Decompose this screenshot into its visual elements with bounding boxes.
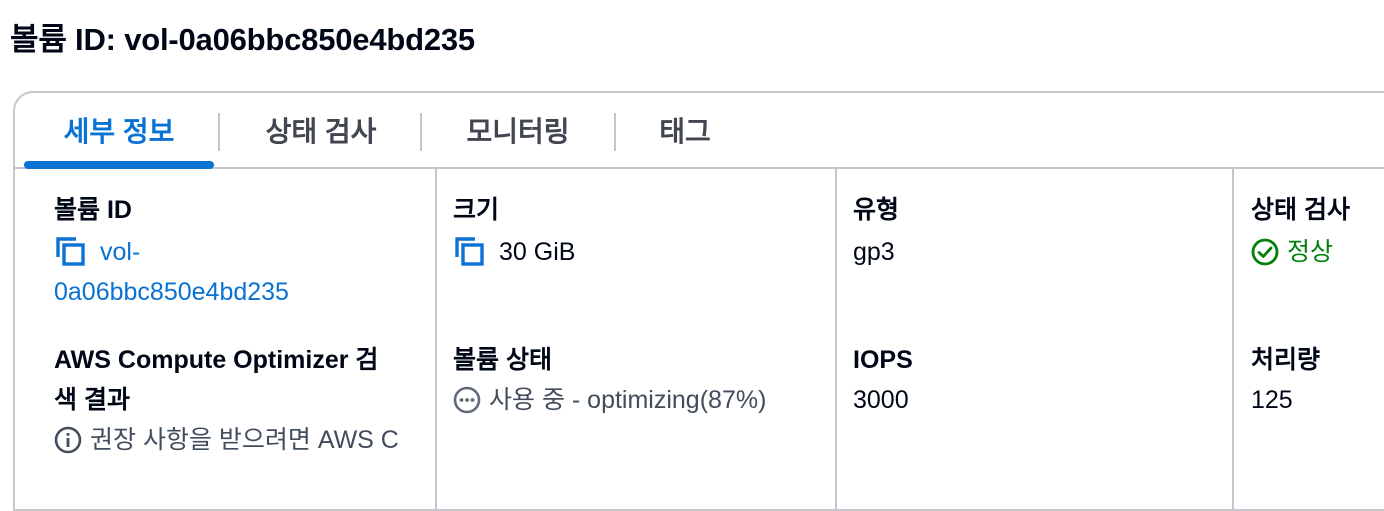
status-check-value: 정상 — [1287, 238, 1334, 266]
volume-id-value-line1[interactable]: vol- — [100, 232, 140, 272]
tab-tags[interactable]: 태그 — [617, 93, 753, 167]
status-check-value-row: 정상 — [1251, 232, 1350, 272]
column-divider — [1232, 169, 1234, 509]
details-panel: 세부 정보 상태 검사 모니터링 태그 볼륨 ID vol- 0a06bbc85… — [13, 91, 1384, 511]
column-divider — [435, 169, 437, 509]
check-circle-icon — [1251, 238, 1279, 266]
iops-field: IOPS 3000 — [853, 341, 913, 420]
type-field: 유형 gp3 — [853, 191, 899, 272]
volume-state-value: 사용 중 - optimizing(87%) — [489, 386, 767, 414]
tab-tags-label: 태그 — [659, 116, 711, 147]
info-icon — [54, 426, 82, 454]
type-label: 유형 — [853, 196, 900, 224]
in-progress-icon — [453, 386, 481, 414]
iops-value: 3000 — [853, 386, 909, 414]
throughput-value: 125 — [1251, 386, 1293, 414]
volume-id-value-line2[interactable]: 0a06bbc850e4bd235 — [54, 272, 289, 312]
size-field: 크기 30 GiB — [453, 191, 575, 272]
status-check-field: 상태 검사 정상 — [1251, 191, 1350, 272]
tab-bar: 세부 정보 상태 검사 모니터링 태그 — [15, 93, 1384, 169]
volume-state-value-row: 사용 중 - optimizing(87%) — [453, 380, 766, 420]
status-check-label: 상태 검사 — [1251, 196, 1350, 224]
size-value: 30 GiB — [499, 238, 576, 266]
copy-icon[interactable] — [453, 235, 487, 269]
volume-id-link-row: vol- — [54, 232, 289, 272]
throughput-field: 처리량 125 — [1251, 341, 1320, 420]
throughput-label: 처리량 — [1251, 346, 1321, 374]
compute-optimizer-label-line1: AWS Compute Optimizer 검 — [54, 346, 379, 374]
volume-state-label: 볼륨 상태 — [453, 346, 552, 374]
type-value: gp3 — [853, 238, 895, 266]
tab-monitoring-label: 모니터링 — [466, 116, 570, 147]
column-divider — [835, 169, 837, 509]
tab-divider — [420, 113, 422, 151]
page-title: 볼륨 ID: vol-0a06bbc850e4bd235 — [10, 22, 475, 57]
volume-id-field: 볼륨 ID vol- 0a06bbc850e4bd235 — [54, 191, 289, 312]
size-value-row: 30 GiB — [453, 232, 575, 272]
compute-optimizer-value: 권장 사항을 받으려면 AWS C — [90, 426, 399, 454]
size-label: 크기 — [453, 196, 500, 224]
compute-optimizer-field: AWS Compute Optimizer 검 색 결과 권장 사항을 받으려면… — [54, 341, 399, 460]
tab-status-checks-label: 상태 검사 — [265, 116, 377, 147]
tab-details[interactable]: 세부 정보 — [21, 93, 217, 169]
iops-label: IOPS — [853, 346, 913, 374]
active-tab-indicator — [24, 161, 214, 169]
tab-divider — [218, 113, 220, 151]
details-grid: 볼륨 ID vol- 0a06bbc850e4bd235 AWS Compute… — [15, 169, 1384, 509]
volume-state-field: 볼륨 상태 사용 중 - optimizing(87%) — [453, 341, 766, 420]
tab-monitoring[interactable]: 모니터링 — [423, 93, 613, 167]
volume-id-label: 볼륨 ID — [54, 196, 132, 224]
copy-icon[interactable] — [54, 235, 88, 269]
compute-optimizer-value-row: 권장 사항을 받으려면 AWS C — [54, 420, 399, 460]
tab-status-checks[interactable]: 상태 검사 — [221, 93, 421, 167]
tab-details-label: 세부 정보 — [63, 116, 175, 147]
tab-divider — [614, 113, 616, 151]
compute-optimizer-label-line2: 색 결과 — [54, 386, 130, 414]
